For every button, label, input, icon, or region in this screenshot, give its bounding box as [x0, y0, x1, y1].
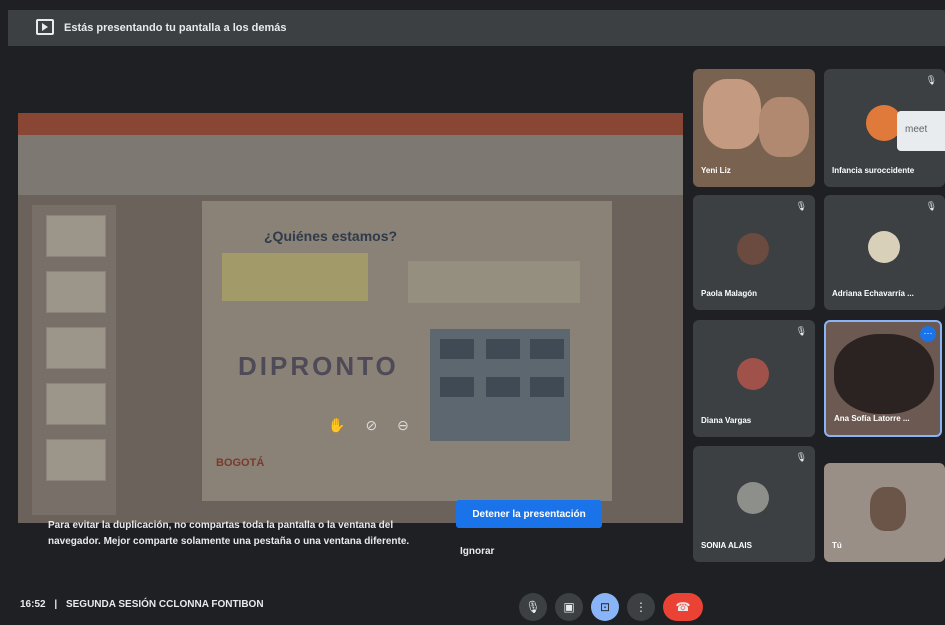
- mic-icon: 🎙: [525, 600, 541, 614]
- slide-title: ¿Quiénes estamos?: [264, 228, 398, 244]
- participant-tile[interactable]: 🎙 Adriana Echavarría ...: [824, 195, 945, 310]
- participant-name: Adriana Echavarría ...: [832, 289, 914, 298]
- participant-video: [703, 79, 761, 149]
- slide-controls: ✋ ⊘ ⊖: [328, 417, 409, 434]
- app-title-bar: [18, 113, 683, 135]
- present-icon: ⊡: [599, 600, 611, 614]
- ignore-button[interactable]: Ignorar: [460, 546, 494, 557]
- participant-name: Diana Vargas: [701, 416, 752, 425]
- meeting-name: SEGUNDA SESIÓN CCLONNA FONTIBON: [65, 599, 264, 610]
- presenting-banner: Estás presentando tu pantalla a los demá…: [8, 10, 945, 46]
- mic-muted-icon: 🎙: [795, 326, 807, 336]
- bogota-logo: BOGOTÁ: [216, 457, 265, 469]
- participant-tile[interactable]: Yeni Liz: [693, 69, 815, 187]
- present-screen-icon: [36, 19, 54, 35]
- duplication-notice: Para evitar la duplicación, no compartas…: [48, 520, 410, 547]
- photo-window: [440, 377, 474, 397]
- participant-tile[interactable]: 🎙 Paola Malagón: [693, 195, 815, 310]
- meet-extension-badge[interactable]: meet: [897, 111, 945, 151]
- avatar: [737, 482, 769, 514]
- mic-muted-icon: 🎙: [795, 201, 807, 211]
- microphone-button[interactable]: 🎙: [519, 593, 547, 621]
- participant-tile[interactable]: 🎙 Diana Vargas: [693, 320, 815, 437]
- slide-thumbnail: [46, 215, 106, 257]
- avatar: [737, 233, 769, 265]
- camera-icon: ▣: [563, 600, 575, 614]
- sticky-note: [408, 261, 580, 303]
- bottom-bar: 16:52 | SEGUNDA SESIÓN CCLONNA FONTIBON …: [0, 585, 945, 625]
- sound-off-icon[interactable]: ⊘: [365, 417, 377, 434]
- slide-thumbnail: [46, 327, 106, 369]
- mic-muted-icon: 🎙: [925, 201, 937, 211]
- sticky-note: [222, 253, 368, 301]
- building-photo: [430, 329, 570, 441]
- participant-name: Yeni Liz: [701, 166, 731, 175]
- participant-video: [870, 487, 906, 531]
- participant-video: [834, 334, 934, 414]
- participant-name: Ana Sofía Latorre ...: [834, 414, 910, 423]
- meeting-time: 16:52: [20, 599, 46, 610]
- avatar: [868, 231, 900, 263]
- hangup-icon: ☎: [675, 600, 691, 614]
- banner-text: Estás presentando tu pantalla a los demá…: [64, 22, 287, 34]
- slide-thumbnail: [46, 439, 106, 481]
- meeting-info: 16:52 | SEGUNDA SESIÓN CCLONNA FONTIBON: [20, 599, 264, 610]
- app-ribbon: [18, 135, 683, 195]
- slide-logo: DIPRONTO: [238, 351, 399, 381]
- participant-name: SONIA ALAIS: [701, 541, 752, 550]
- slide-thumbnails: [32, 205, 116, 515]
- photo-window: [530, 339, 564, 359]
- photo-window: [486, 339, 520, 359]
- present-button[interactable]: ⊡: [591, 593, 619, 621]
- participant-name: Infancia suroccidente: [832, 166, 915, 175]
- mic-muted-icon: 🎙: [925, 75, 937, 85]
- shared-screen-preview: ¿Quiénes estamos? DIPRONTO BOGOTÁ ✋ ⊘ ⊖: [18, 113, 683, 523]
- participant-video: [759, 97, 809, 157]
- camera-button[interactable]: ▣: [555, 593, 583, 621]
- participant-name: Paola Malagón: [701, 289, 758, 298]
- separator: |: [54, 599, 58, 610]
- current-slide: ¿Quiénes estamos? DIPRONTO BOGOTÁ: [202, 201, 612, 501]
- participant-name: Tú: [832, 541, 842, 550]
- close-circle-icon[interactable]: ⊖: [397, 417, 409, 434]
- photo-window: [486, 377, 520, 397]
- photo-window: [440, 339, 474, 359]
- more-options-icon[interactable]: ⋯: [920, 326, 936, 342]
- slide-thumbnail: [46, 271, 106, 313]
- slide-thumbnail: [46, 383, 106, 425]
- avatar: [737, 358, 769, 390]
- more-options-button[interactable]: ⋮: [627, 593, 655, 621]
- participant-tile-self[interactable]: Tú: [824, 463, 945, 562]
- hang-up-button[interactable]: ☎: [663, 593, 703, 621]
- participant-tile[interactable]: 🎙 SONIA ALAIS: [693, 446, 815, 562]
- more-vertical-icon: ⋮: [635, 600, 647, 614]
- mic-off-icon[interactable]: ✋: [328, 417, 345, 434]
- photo-window: [530, 377, 564, 397]
- participant-tile-active[interactable]: ⋯ Ana Sofía Latorre ...: [824, 320, 942, 437]
- stop-presenting-button[interactable]: Detener la presentación: [456, 500, 602, 528]
- mic-muted-icon: 🎙: [795, 452, 807, 462]
